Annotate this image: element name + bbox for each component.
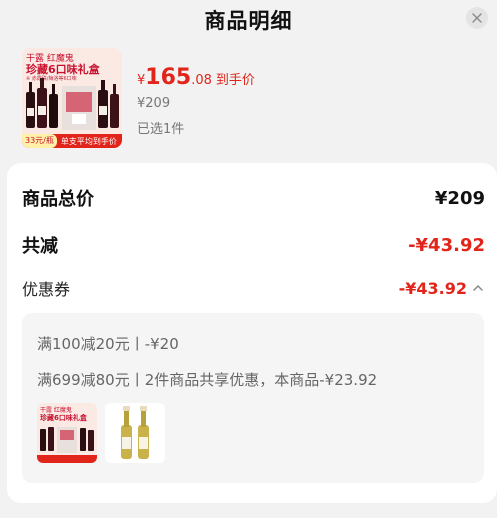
- chevron-up-icon[interactable]: [471, 281, 485, 295]
- wine-bottles-image: [26, 78, 119, 130]
- header: 商品明细: [0, 0, 497, 36]
- price-breakdown-card: 商品总价 ¥209 共减 -¥43.92 优惠券 -¥43.92 满100减20…: [7, 163, 497, 503]
- price-label: 到手价: [215, 73, 255, 88]
- coupon-value[interactable]: -¥43.92: [399, 279, 485, 298]
- thumb-foot-text: 单支平均到手价: [60, 136, 117, 146]
- price-decimal: .08: [191, 73, 212, 88]
- total-reduction-label: 共减: [22, 236, 58, 257]
- coupon-detail-line2: 满699减80元丨2件商品共享优惠，本商品-¥23.92: [37, 371, 378, 389]
- total-reduction-row: 共减 -¥43.92: [22, 232, 485, 258]
- product-thumbnail[interactable]: 干露 红魔鬼 珍藏6口味礼盒 ※ 赤霞珠/梅洛等6口味 33元/瓶 单支平均到手…: [22, 48, 122, 148]
- coupon-label: 优惠券: [22, 280, 71, 299]
- final-price: ¥165.08 到手价: [137, 65, 255, 90]
- price-integer: 165: [145, 65, 192, 90]
- coupon-item-thumbnail[interactable]: [105, 403, 165, 463]
- total-price-row: 商品总价 ¥209: [22, 185, 485, 211]
- thumb-footer: 33元/瓶 单支平均到手价: [22, 134, 122, 148]
- total-reduction-value: -¥43.92: [408, 234, 485, 256]
- coupon-item-thumbnail[interactable]: 干露 红魔鬼 珍藏6口味礼盒: [37, 403, 97, 463]
- wine-bottles-image: [40, 427, 94, 453]
- product-summary: 干露 红魔鬼 珍藏6口味礼盒 ※ 赤霞珠/梅洛等6口味 33元/瓶 单支平均到手…: [22, 48, 472, 148]
- close-button[interactable]: [466, 7, 488, 29]
- coupon-row[interactable]: 优惠券 -¥43.92: [22, 276, 485, 300]
- thumb-foot-tag: 33元/瓶: [22, 134, 57, 148]
- close-icon: [472, 13, 482, 23]
- original-price: ¥209: [137, 96, 171, 111]
- coupon-value-text: -¥43.92: [398, 278, 467, 298]
- white-wine-bottles-image: [121, 406, 149, 459]
- total-price-label: 商品总价: [22, 189, 94, 210]
- coupon-detail-panel: 满100减20元丨-¥20 满699减80元丨2件商品共享优惠，本商品-¥23.…: [22, 313, 484, 483]
- selected-quantity: 已选1件: [137, 122, 185, 137]
- page-title: 商品明细: [204, 9, 293, 33]
- coupon-detail-line1: 满100减20元丨-¥20: [37, 335, 179, 353]
- total-price-value: ¥209: [434, 187, 485, 209]
- mini-thumb-footer: [37, 455, 97, 463]
